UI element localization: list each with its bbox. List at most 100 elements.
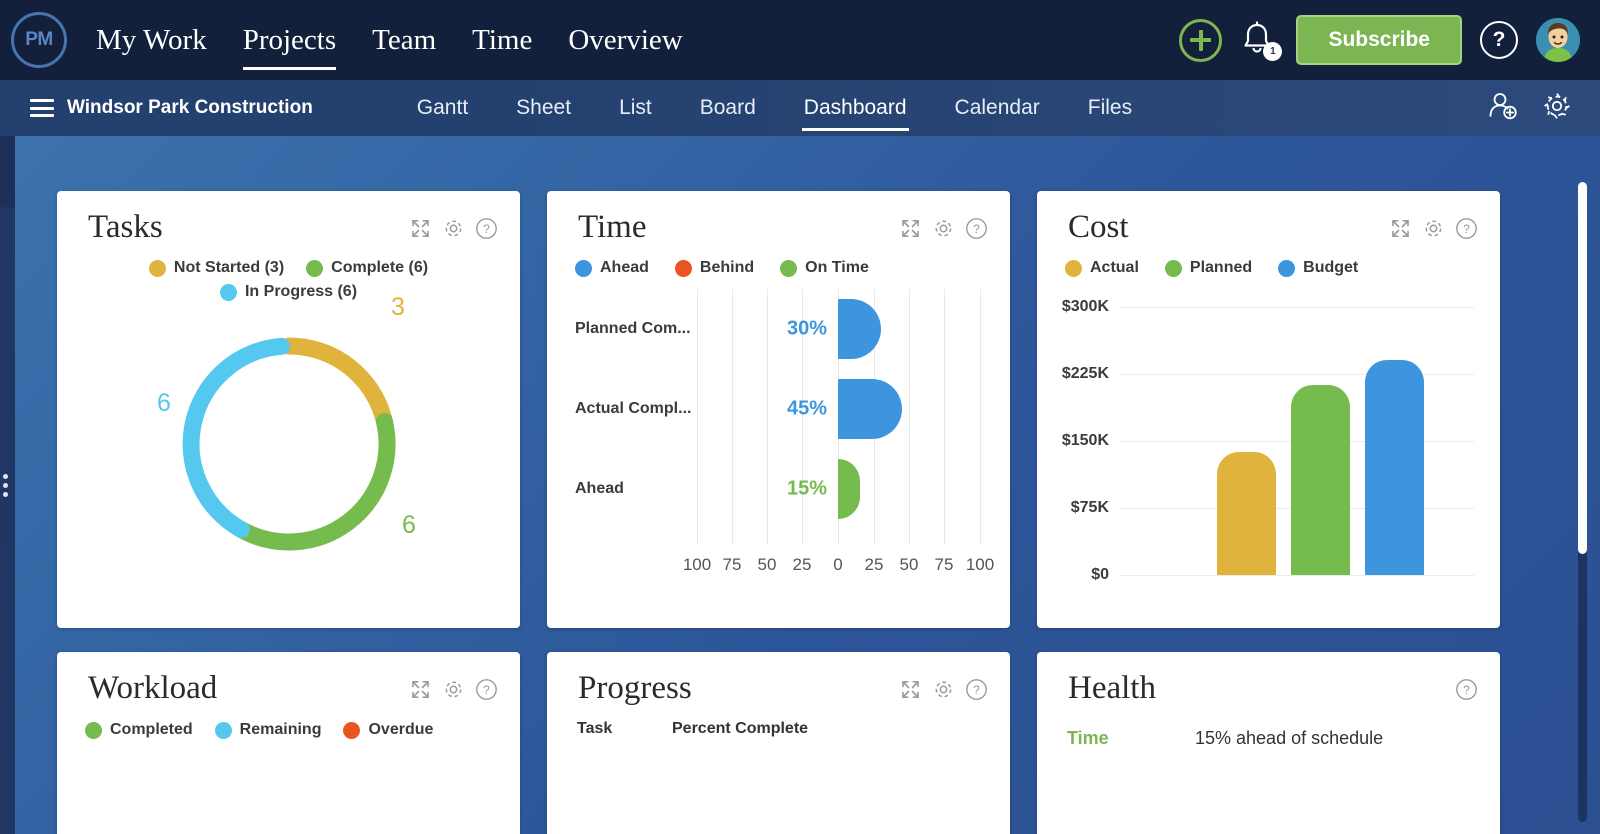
legend-label: On Time — [805, 259, 869, 277]
svg-text:?: ? — [1463, 683, 1470, 697]
expand-icon[interactable] — [899, 217, 922, 240]
sidebar-segment-bottom — [0, 543, 15, 834]
add-user-icon[interactable] — [1488, 91, 1518, 126]
cost-bar-budget — [1365, 360, 1424, 575]
help-icon[interactable]: ? — [965, 678, 988, 701]
progress-table-header: Task Percent Complete — [547, 706, 1010, 738]
axis-tick: 50 — [900, 555, 919, 575]
nav-item-overview[interactable]: Overview — [550, 0, 700, 80]
health-metric-label: Time — [1067, 728, 1195, 749]
legend-label: Remaining — [240, 721, 322, 739]
time-row-value: 45% — [787, 398, 827, 421]
card-actions-workload: ? — [409, 670, 498, 701]
card-actions-time: ? — [899, 209, 988, 240]
cost-bar-planned — [1291, 385, 1350, 575]
legend-item-actual: Actual — [1065, 259, 1139, 277]
help-icon[interactable]: ? — [1455, 217, 1478, 240]
expand-icon[interactable] — [899, 678, 922, 701]
help-icon[interactable]: ? — [475, 217, 498, 240]
help-icon[interactable]: ? — [965, 217, 988, 240]
legend-item-planned: Planned — [1165, 259, 1252, 277]
axis-tick: 75 — [935, 555, 954, 575]
nav-item-projects[interactable]: Projects — [225, 0, 354, 80]
cost-axis-label: $150K — [1037, 432, 1109, 450]
gear-icon[interactable] — [1422, 217, 1445, 240]
sidebar-drag-handle[interactable] — [3, 474, 8, 497]
svg-text:?: ? — [483, 222, 490, 236]
card-progress: Progress ? Task Percent Co — [547, 652, 1010, 834]
progress-column-percent: Percent Complete — [672, 720, 808, 738]
time-row-ahead: Ahead 15% — [547, 449, 1010, 529]
legend-cost: Actual Planned Budget — [1037, 245, 1500, 277]
gear-icon[interactable] — [932, 217, 955, 240]
time-row-actual: Actual Compl... 45% — [547, 369, 1010, 449]
tab-board[interactable]: Board — [676, 80, 780, 136]
time-row-value: 15% — [787, 478, 827, 501]
time-axis: 100 75 50 25 0 25 50 75 100 — [547, 555, 1010, 579]
gear-icon[interactable] — [1542, 91, 1572, 126]
sidebar-segment-top — [0, 136, 15, 207]
legend-item-behind: Behind — [675, 259, 754, 277]
time-bar-chart: Planned Com... 30% Actual Compl... 45% A… — [547, 289, 1010, 589]
cost-axis-label: $225K — [1037, 365, 1109, 383]
card-workload: Workload ? Com — [57, 652, 520, 834]
tab-files[interactable]: Files — [1064, 80, 1156, 136]
legend-time: Ahead Behind On Time — [547, 245, 1010, 277]
card-title-health: Health — [1068, 670, 1156, 706]
avatar[interactable] — [1536, 18, 1580, 62]
health-row-time: Time 15% ahead of schedule — [1037, 706, 1500, 749]
axis-tick: 100 — [683, 555, 711, 575]
nav-item-time[interactable]: Time — [454, 0, 550, 80]
legend-label: Budget — [1303, 259, 1358, 277]
legend-swatch — [1065, 260, 1082, 277]
expand-icon[interactable] — [409, 217, 432, 240]
card-title-workload: Workload — [88, 670, 217, 706]
card-actions-tasks: ? — [409, 209, 498, 240]
legend-swatch — [149, 260, 166, 277]
cost-axis-label: $75K — [1037, 499, 1109, 517]
gear-icon[interactable] — [442, 217, 465, 240]
help-icon[interactable]: ? — [1480, 21, 1518, 59]
project-view-tabs: Gantt Sheet List Board Dashboard Calenda… — [393, 80, 1156, 136]
gear-icon[interactable] — [442, 678, 465, 701]
card-title-tasks: Tasks — [88, 209, 163, 245]
notification-bell-icon[interactable]: 1 — [1240, 18, 1280, 62]
legend-item-remaining: Remaining — [215, 721, 322, 739]
card-actions-progress: ? — [899, 670, 988, 701]
help-icon[interactable]: ? — [1455, 678, 1478, 701]
legend-item-overdue: Overdue — [343, 721, 433, 739]
top-nav-actions: 1 Subscribe ? — [1179, 0, 1600, 80]
card-header-cost: Cost ? — [1037, 191, 1500, 245]
tab-dashboard[interactable]: Dashboard — [780, 80, 931, 136]
tab-gantt[interactable]: Gantt — [393, 80, 492, 136]
axis-tick: 25 — [793, 555, 812, 575]
tab-calendar[interactable]: Calendar — [931, 80, 1064, 136]
card-header-progress: Progress ? — [547, 652, 1010, 706]
expand-icon[interactable] — [409, 678, 432, 701]
card-tasks: Tasks ? — [57, 191, 520, 628]
collapsed-sidebar[interactable] — [0, 136, 15, 834]
legend-item-on-time: On Time — [780, 259, 869, 277]
project-toolbar-actions — [1488, 91, 1600, 126]
donut-value-not-started: 3 — [391, 293, 405, 322]
help-icon[interactable]: ? — [475, 678, 498, 701]
legend-swatch — [306, 260, 323, 277]
legend-label: Ahead — [600, 259, 649, 277]
tasks-donut-chart: 3 6 6 — [57, 301, 520, 601]
legend-swatch — [780, 260, 797, 277]
donut-value-complete: 6 — [402, 511, 416, 540]
legend-swatch — [575, 260, 592, 277]
scrollbar-thumb[interactable] — [1578, 182, 1587, 554]
gear-icon[interactable] — [932, 678, 955, 701]
app-logo[interactable]: PM — [0, 12, 78, 68]
vertical-scrollbar[interactable] — [1578, 182, 1587, 822]
expand-icon[interactable] — [1389, 217, 1412, 240]
card-header-time: Time ? — [547, 191, 1010, 245]
tab-list[interactable]: List — [595, 80, 676, 136]
tab-sheet[interactable]: Sheet — [492, 80, 595, 136]
hamburger-icon[interactable] — [30, 99, 54, 117]
nav-item-team[interactable]: Team — [354, 0, 454, 80]
add-icon[interactable] — [1179, 19, 1222, 62]
nav-item-my-work[interactable]: My Work — [78, 0, 225, 80]
subscribe-button[interactable]: Subscribe — [1296, 15, 1462, 65]
